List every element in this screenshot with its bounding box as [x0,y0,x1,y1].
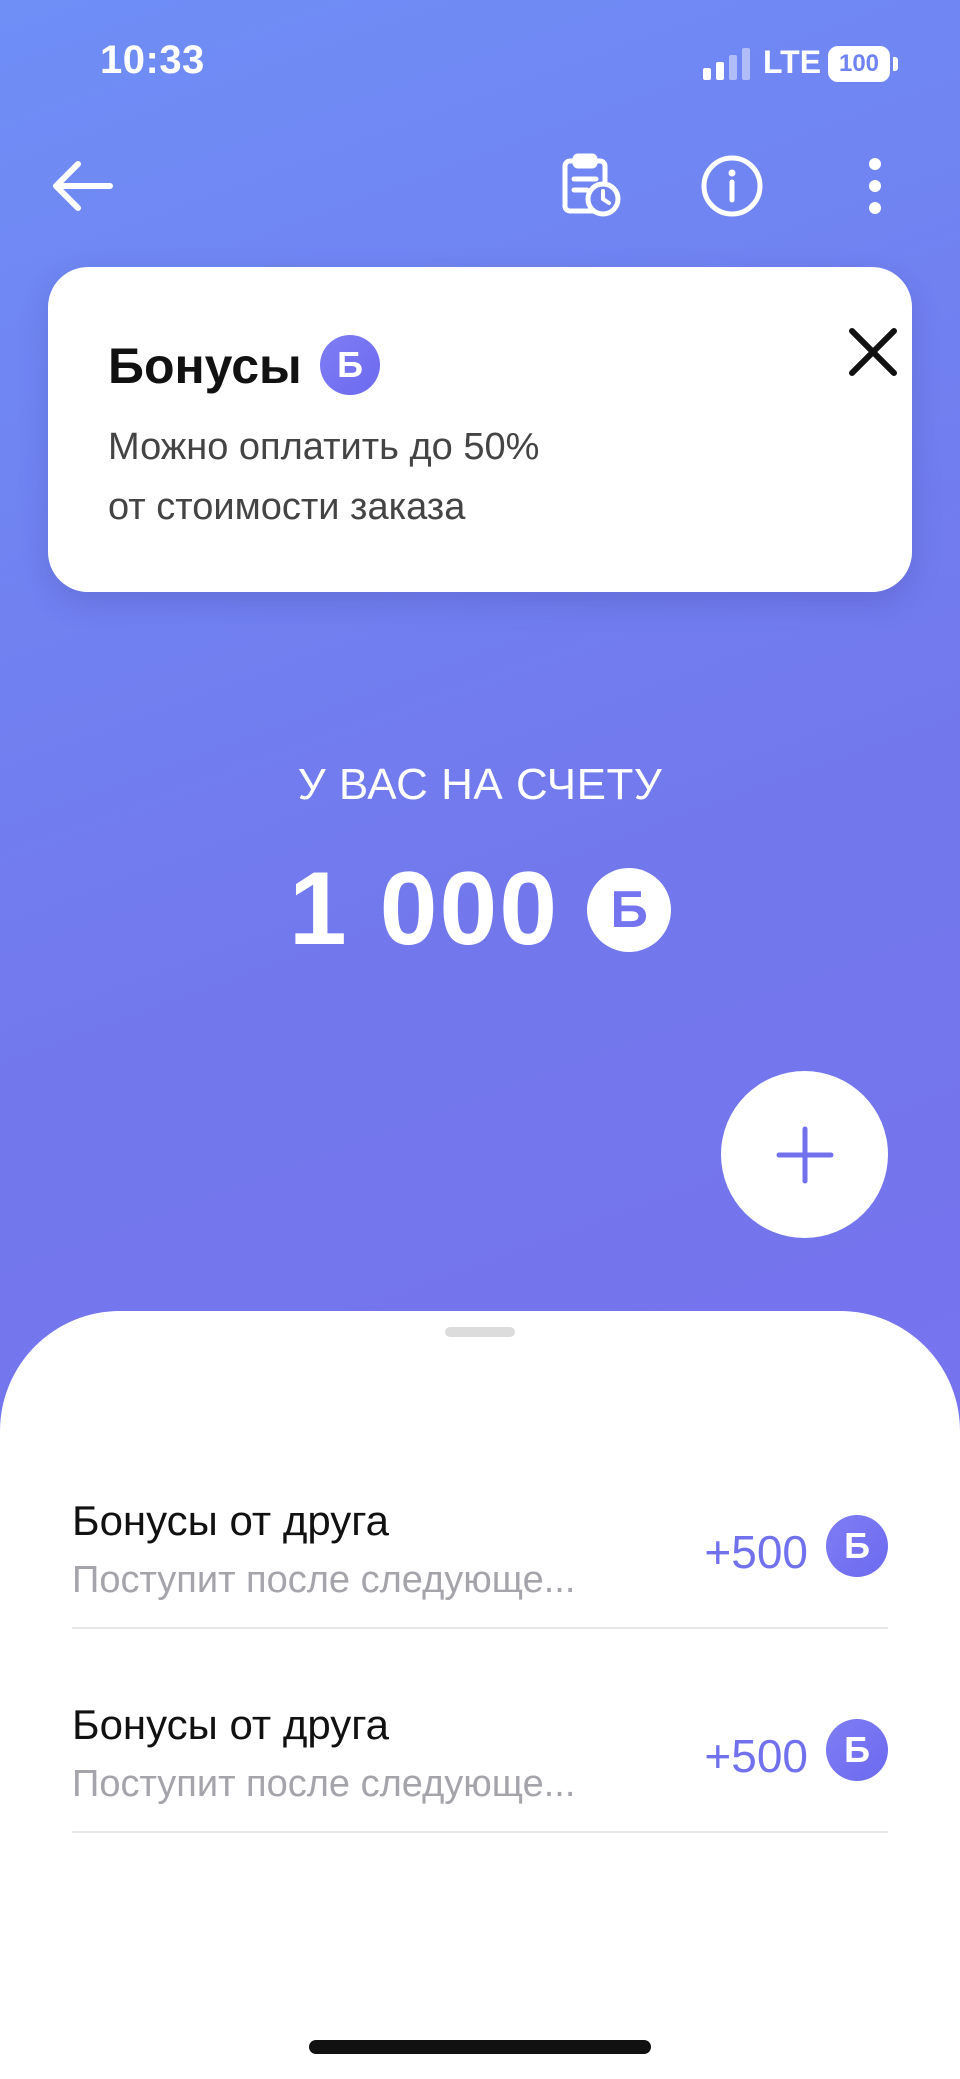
transaction-amount: +500 [704,1526,808,1578]
tooltip-line-2: от стоимости заказа [108,486,466,528]
clipboard-clock-icon [562,153,621,217]
more-vertical-icon [869,158,881,214]
bonus-screen: 10:33 LTE 100 Бонусы Б Можно оплатить до… [0,0,960,2079]
transaction-subtitle: Поступит после следующе... [72,1763,576,1805]
top-bar [0,130,960,240]
info-button[interactable] [690,144,774,228]
transaction-currency-badge: Б [826,1515,888,1577]
balance-amount: 1 000 [288,851,560,967]
history-button[interactable] [548,144,632,228]
tooltip-title: Бонусы [108,338,302,394]
back-button[interactable] [40,144,124,228]
bonus-tooltip-card: Бонусы Б Можно оплатить до 50% от стоимо… [48,267,912,592]
sheet-handle[interactable] [445,1327,515,1337]
transactions-sheet: Бонусы от друга Поступит после следующе.… [0,1311,960,2079]
transaction-currency-badge: Б [826,1719,888,1781]
battery-indicator: 100 [828,46,890,82]
bonus-currency-badge: Б [320,335,380,395]
battery-tip [893,57,898,71]
tooltip-close-button[interactable] [838,317,908,387]
network-type: LTE [763,44,822,80]
arrow-left-icon [53,161,113,211]
balance-label: У ВАС НА СЧЕТУ [297,760,663,809]
balance-row: 1 000 Б [0,850,960,969]
more-button[interactable] [833,144,917,228]
transaction-row[interactable]: Бонусы от друга Поступит после следующе.… [72,1701,888,1833]
tooltip-line-1: Можно оплатить до 50% [108,426,540,468]
status-bar: 10:33 LTE 100 [0,0,960,120]
tooltip-text: Можно оплатить до 50% от стоимости заказ… [108,417,708,537]
plus-icon [776,1126,833,1183]
close-icon [849,328,897,376]
transaction-title: Бонусы от друга [72,1701,389,1748]
transaction-title: Бонусы от друга [72,1497,389,1544]
home-indicator[interactable] [309,2040,651,2054]
transaction-subtitle: Поступит после следующе... [72,1559,576,1601]
balance-currency-badge: Б [587,867,672,952]
info-icon [701,155,763,217]
status-time: 10:33 [100,38,205,82]
add-bonus-button[interactable] [721,1071,888,1238]
transaction-row[interactable]: Бонусы от друга Поступит после следующе.… [72,1497,888,1629]
signal-icon [703,48,750,80]
transaction-amount: +500 [704,1730,808,1782]
